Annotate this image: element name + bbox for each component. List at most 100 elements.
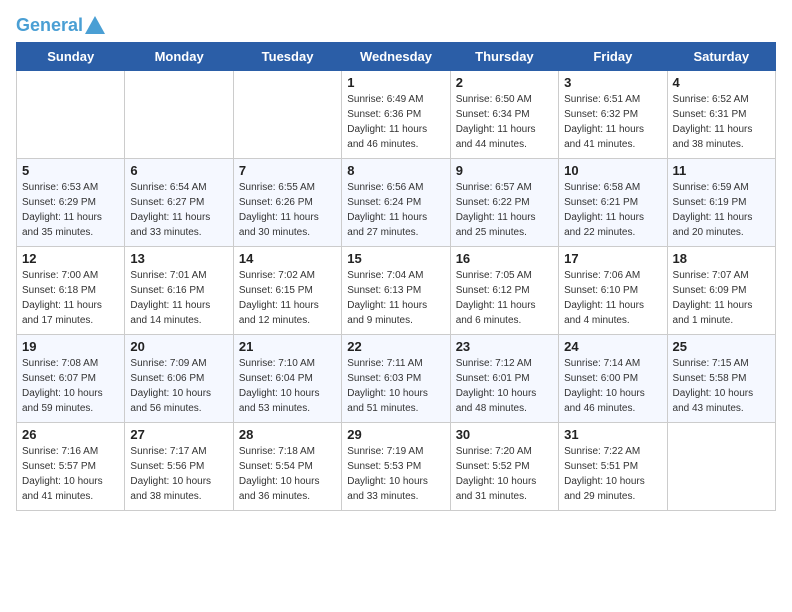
day-number: 13 [130,251,227,266]
calendar-cell: 27 Sunrise: 7:17 AM Sunset: 5:56 PM Dayli… [125,423,233,511]
day-number: 28 [239,427,336,442]
weekday-header: Sunday [17,43,125,71]
day-number: 14 [239,251,336,266]
day-info: Sunrise: 6:59 AM Sunset: 6:19 PM Dayligh… [673,180,770,240]
calendar-cell: 2 Sunrise: 6:50 AM Sunset: 6:34 PM Daylig… [450,71,558,159]
day-number: 27 [130,427,227,442]
calendar-cell: 3Sunrise: 6:51 AM Sunset: 6:32 PM Daylig… [559,71,667,159]
calendar-cell: 19 Sunrise: 7:08 AM Sunset: 6:07 PM Dayli… [17,335,125,423]
calendar-cell: 24 Sunrise: 7:14 AM Sunset: 6:00 PM Dayli… [559,335,667,423]
calendar-cell [233,71,341,159]
day-info: Sunrise: 6:55 AM Sunset: 6:26 PM Dayligh… [239,180,336,240]
day-number: 6 [130,163,227,178]
calendar-cell: 23 Sunrise: 7:12 AM Sunset: 6:01 PM Dayli… [450,335,558,423]
calendar-cell: 21 Sunrise: 7:10 AM Sunset: 6:04 PM Dayli… [233,335,341,423]
weekday-header: Tuesday [233,43,341,71]
day-number: 25 [673,339,770,354]
day-info: Sunrise: 7:22 AM Sunset: 5:51 PM Dayligh… [564,444,661,504]
day-info: Sunrise: 6:56 AM Sunset: 6:24 PM Dayligh… [347,180,444,240]
day-number: 12 [22,251,119,266]
day-number: 2 [456,75,553,90]
calendar-cell: 26 Sunrise: 7:16 AM Sunset: 5:57 PM Dayli… [17,423,125,511]
day-number: 21 [239,339,336,354]
day-number: 17 [564,251,661,266]
logo-icon [85,16,105,34]
logo-text: General [16,16,83,34]
day-info: Sunrise: 7:02 AM Sunset: 6:15 PM Dayligh… [239,268,336,328]
calendar-cell: 13 Sunrise: 7:01 AM Sunset: 6:16 PM Dayli… [125,247,233,335]
day-info: Sunrise: 6:58 AM Sunset: 6:21 PM Dayligh… [564,180,661,240]
day-info: Sunrise: 6:53 AM Sunset: 6:29 PM Dayligh… [22,180,119,240]
day-number: 26 [22,427,119,442]
day-number: 7 [239,163,336,178]
calendar-cell: 14 Sunrise: 7:02 AM Sunset: 6:15 PM Dayli… [233,247,341,335]
day-number: 5 [22,163,119,178]
day-number: 3 [564,75,661,90]
calendar-cell [17,71,125,159]
day-info: Sunrise: 7:10 AM Sunset: 6:04 PM Dayligh… [239,356,336,416]
day-info: Sunrise: 7:08 AM Sunset: 6:07 PM Dayligh… [22,356,119,416]
calendar-cell [667,423,775,511]
day-number: 16 [456,251,553,266]
weekday-header: Saturday [667,43,775,71]
calendar-cell: 9 Sunrise: 6:57 AM Sunset: 6:22 PM Daylig… [450,159,558,247]
day-number: 1 [347,75,444,90]
day-number: 24 [564,339,661,354]
day-info: Sunrise: 7:12 AM Sunset: 6:01 PM Dayligh… [456,356,553,416]
day-info: Sunrise: 6:49 AM Sunset: 6:36 PM Dayligh… [347,92,444,152]
calendar-cell: 1 Sunrise: 6:49 AM Sunset: 6:36 PM Daylig… [342,71,450,159]
day-number: 20 [130,339,227,354]
weekday-header: Thursday [450,43,558,71]
calendar-header: SundayMondayTuesdayWednesdayThursdayFrid… [17,43,776,71]
day-info: Sunrise: 7:01 AM Sunset: 6:16 PM Dayligh… [130,268,227,328]
day-info: Sunrise: 6:50 AM Sunset: 6:34 PM Dayligh… [456,92,553,152]
day-info: Sunrise: 7:11 AM Sunset: 6:03 PM Dayligh… [347,356,444,416]
day-info: Sunrise: 7:06 AM Sunset: 6:10 PM Dayligh… [564,268,661,328]
calendar-cell: 6 Sunrise: 6:54 AM Sunset: 6:27 PM Daylig… [125,159,233,247]
day-number: 23 [456,339,553,354]
weekday-header: Wednesday [342,43,450,71]
calendar-cell: 10 Sunrise: 6:58 AM Sunset: 6:21 PM Dayli… [559,159,667,247]
calendar-cell: 31 Sunrise: 7:22 AM Sunset: 5:51 PM Dayli… [559,423,667,511]
day-number: 19 [22,339,119,354]
calendar-cell: 18 Sunrise: 7:07 AM Sunset: 6:09 PM Dayli… [667,247,775,335]
day-number: 8 [347,163,444,178]
day-number: 22 [347,339,444,354]
day-info: Sunrise: 7:16 AM Sunset: 5:57 PM Dayligh… [22,444,119,504]
calendar-cell: 25 Sunrise: 7:15 AM Sunset: 5:58 PM Dayli… [667,335,775,423]
calendar-cell: 22 Sunrise: 7:11 AM Sunset: 6:03 PM Dayli… [342,335,450,423]
day-info: Sunrise: 7:15 AM Sunset: 5:58 PM Dayligh… [673,356,770,416]
calendar-cell: 15 Sunrise: 7:04 AM Sunset: 6:13 PM Dayli… [342,247,450,335]
day-number: 31 [564,427,661,442]
day-number: 15 [347,251,444,266]
calendar-cell: 12Sunrise: 7:00 AM Sunset: 6:18 PM Dayli… [17,247,125,335]
calendar-cell: 16 Sunrise: 7:05 AM Sunset: 6:12 PM Dayli… [450,247,558,335]
weekday-header: Monday [125,43,233,71]
day-info: Sunrise: 7:07 AM Sunset: 6:09 PM Dayligh… [673,268,770,328]
day-number: 29 [347,427,444,442]
page-header: General [16,16,776,30]
calendar-cell: 7 Sunrise: 6:55 AM Sunset: 6:26 PM Daylig… [233,159,341,247]
calendar-table: SundayMondayTuesdayWednesdayThursdayFrid… [16,42,776,511]
day-info: Sunrise: 7:19 AM Sunset: 5:53 PM Dayligh… [347,444,444,504]
day-info: Sunrise: 6:52 AM Sunset: 6:31 PM Dayligh… [673,92,770,152]
day-number: 11 [673,163,770,178]
day-info: Sunrise: 7:04 AM Sunset: 6:13 PM Dayligh… [347,268,444,328]
day-number: 4 [673,75,770,90]
calendar-cell: 17 Sunrise: 7:06 AM Sunset: 6:10 PM Dayli… [559,247,667,335]
day-info: Sunrise: 7:09 AM Sunset: 6:06 PM Dayligh… [130,356,227,416]
day-info: Sunrise: 6:57 AM Sunset: 6:22 PM Dayligh… [456,180,553,240]
calendar-cell: 29 Sunrise: 7:19 AM Sunset: 5:53 PM Dayli… [342,423,450,511]
day-info: Sunrise: 6:54 AM Sunset: 6:27 PM Dayligh… [130,180,227,240]
day-info: Sunrise: 7:18 AM Sunset: 5:54 PM Dayligh… [239,444,336,504]
day-info: Sunrise: 7:17 AM Sunset: 5:56 PM Dayligh… [130,444,227,504]
calendar-cell: 30Sunrise: 7:20 AM Sunset: 5:52 PM Dayli… [450,423,558,511]
calendar-cell [125,71,233,159]
day-info: Sunrise: 7:05 AM Sunset: 6:12 PM Dayligh… [456,268,553,328]
calendar-cell: 20 Sunrise: 7:09 AM Sunset: 6:06 PM Dayli… [125,335,233,423]
day-number: 9 [456,163,553,178]
day-info: Sunrise: 7:14 AM Sunset: 6:00 PM Dayligh… [564,356,661,416]
logo: General [16,16,105,30]
day-number: 10 [564,163,661,178]
day-number: 18 [673,251,770,266]
